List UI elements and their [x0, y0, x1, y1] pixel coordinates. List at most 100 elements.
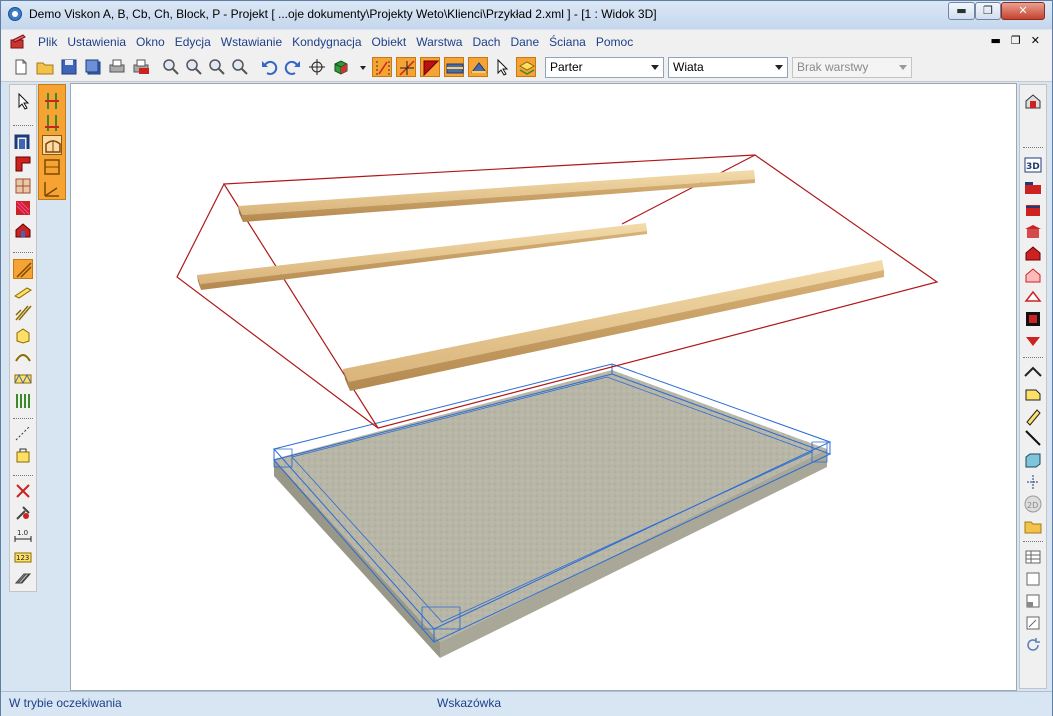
- 2d-view-icon[interactable]: 2D: [1023, 494, 1043, 514]
- rotate-roof-icon[interactable]: [1023, 331, 1043, 351]
- hatch-icon[interactable]: [13, 569, 33, 589]
- panel-icon[interactable]: [1023, 384, 1043, 404]
- document-menu-icon[interactable]: [9, 34, 27, 50]
- menu-dach[interactable]: Dach: [467, 35, 505, 49]
- corner-wall-icon[interactable]: [13, 154, 33, 174]
- pointer-icon[interactable]: [492, 57, 512, 77]
- house-red-icon[interactable]: [1023, 243, 1043, 263]
- truss-icon[interactable]: [13, 369, 33, 389]
- solid-box-icon[interactable]: [1023, 450, 1043, 470]
- toolbar-separator: [1023, 541, 1043, 545]
- storey-select[interactable]: Parter: [545, 57, 664, 78]
- menu-dane[interactable]: Dane: [505, 35, 544, 49]
- rafter-pair-icon[interactable]: [42, 91, 62, 111]
- roof-toolbar: [38, 84, 66, 200]
- snap-line-icon[interactable]: [444, 57, 464, 77]
- svg-text:1.0: 1.0: [17, 529, 28, 537]
- square-icon[interactable]: [1023, 569, 1043, 589]
- save-icon[interactable]: [59, 57, 79, 77]
- gable-icon[interactable]: [1023, 287, 1043, 307]
- mdi-restore-button[interactable]: ❐: [1011, 34, 1021, 47]
- tools-icon[interactable]: [13, 503, 33, 523]
- print-icon[interactable]: [107, 57, 127, 77]
- save-as-icon[interactable]: [83, 57, 103, 77]
- purlin-pair-icon[interactable]: [42, 113, 62, 133]
- menu-edycja[interactable]: Edycja: [170, 35, 216, 49]
- menu-ustawienia[interactable]: Ustawienia: [62, 35, 131, 49]
- arc-icon[interactable]: [13, 347, 33, 367]
- layer-icon[interactable]: [516, 57, 536, 77]
- rafter-icon[interactable]: [13, 259, 33, 279]
- mdi-minimize-button[interactable]: ▬: [991, 34, 1001, 47]
- new-file-icon[interactable]: [11, 57, 31, 77]
- snap-point-icon[interactable]: [396, 57, 416, 77]
- delete-icon[interactable]: [13, 481, 33, 501]
- beam-yellow-icon[interactable]: [1023, 406, 1043, 426]
- redo-icon[interactable]: [283, 57, 303, 77]
- refresh-icon[interactable]: [1023, 635, 1043, 655]
- app-icon[interactable]: [8, 7, 22, 21]
- house-icon[interactable]: [13, 220, 33, 240]
- zoom-fit-icon[interactable]: [230, 57, 250, 77]
- close-button[interactable]: ✕: [1001, 2, 1045, 20]
- house-outline-icon[interactable]: [1023, 265, 1043, 285]
- menu-obiekt[interactable]: Obiekt: [367, 35, 412, 49]
- block-icon[interactable]: [13, 325, 33, 345]
- ridge-icon[interactable]: [1023, 362, 1043, 382]
- snap-grid-icon[interactable]: [372, 57, 392, 77]
- select-arrow-icon[interactable]: [13, 91, 33, 111]
- zoom-out-icon[interactable]: [184, 57, 204, 77]
- roof-red-icon[interactable]: [1023, 199, 1043, 219]
- door-icon[interactable]: [13, 132, 33, 152]
- dashed-line-icon[interactable]: [13, 423, 33, 443]
- chevron-down-icon: [651, 65, 659, 70]
- layer-select-value: Brak warstwy: [797, 60, 869, 74]
- snap-corner-icon[interactable]: [420, 57, 440, 77]
- corner-element-icon[interactable]: [1023, 309, 1043, 329]
- render-cube-icon[interactable]: [331, 57, 351, 77]
- mdi-close-button[interactable]: ✕: [1031, 34, 1040, 47]
- open-folder-icon[interactable]: [35, 57, 55, 77]
- object-select[interactable]: Wiata: [668, 57, 788, 78]
- package-icon[interactable]: [13, 445, 33, 465]
- table-icon[interactable]: [1023, 547, 1043, 567]
- menu-sciana[interactable]: Ściana: [544, 35, 591, 49]
- menu-pomoc[interactable]: Pomoc: [591, 35, 638, 49]
- open-project-icon[interactable]: [1023, 516, 1043, 536]
- column-icon[interactable]: [13, 391, 33, 411]
- snap-wall-icon[interactable]: [468, 57, 488, 77]
- half-square-icon[interactable]: [1023, 591, 1043, 611]
- render-dropdown-icon[interactable]: [353, 57, 366, 77]
- menu-plik[interactable]: Plik: [33, 35, 62, 49]
- minimize-button[interactable]: ▬: [948, 2, 975, 20]
- chevron-down-icon: [899, 65, 907, 70]
- 3d-viewport[interactable]: [70, 83, 1017, 691]
- zoom-in-icon[interactable]: [161, 57, 181, 77]
- roof-plane-icon[interactable]: [13, 281, 33, 301]
- roof-flat-icon[interactable]: [1023, 221, 1043, 241]
- menu-okno[interactable]: Okno: [131, 35, 170, 49]
- menu-kondygnacja[interactable]: Kondygnacja: [287, 35, 366, 49]
- zoom-window-icon[interactable]: [207, 57, 227, 77]
- frame-icon[interactable]: [42, 157, 62, 177]
- window-grid-icon[interactable]: [13, 176, 33, 196]
- diagonal-icon[interactable]: [1023, 428, 1043, 448]
- wall-section-icon[interactable]: [1023, 177, 1043, 197]
- numbering-icon[interactable]: 123: [13, 547, 33, 567]
- beam-icon[interactable]: [13, 303, 33, 323]
- menu-wstawianie[interactable]: Wstawianie: [216, 35, 287, 49]
- print-pdf-icon[interactable]: [131, 57, 151, 77]
- stairs-icon[interactable]: [13, 198, 33, 218]
- maximize-button[interactable]: ❐: [975, 2, 1001, 20]
- roof-profile-icon[interactable]: [42, 135, 62, 155]
- resize-icon[interactable]: [1023, 613, 1043, 633]
- dimension-icon[interactable]: 1.0: [13, 525, 33, 545]
- house-view-icon[interactable]: [1023, 91, 1043, 111]
- undo-icon[interactable]: [259, 57, 279, 77]
- menu-warstwa[interactable]: Warstwa: [411, 35, 467, 49]
- toolbar-separator: [13, 475, 33, 479]
- slope-icon[interactable]: [42, 179, 62, 199]
- pan-crosshair-icon[interactable]: [307, 57, 327, 77]
- axis-icon[interactable]: [1023, 472, 1043, 492]
- 3d-view-icon[interactable]: 3D: [1023, 155, 1043, 175]
